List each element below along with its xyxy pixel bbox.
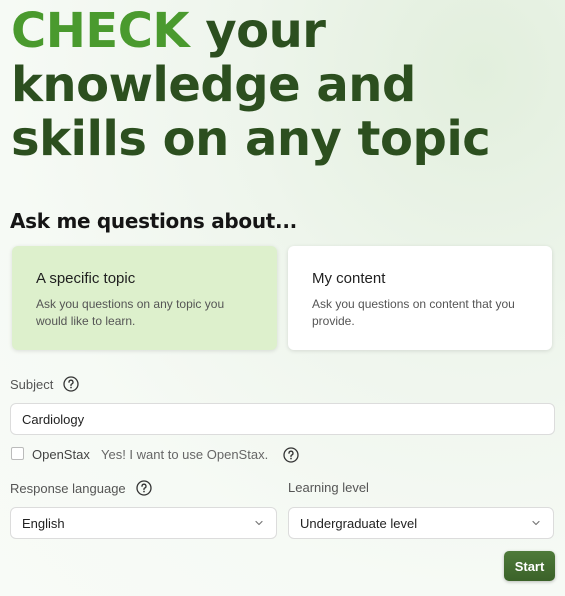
card-specific-topic[interactable]: A specific topic Ask you questions on an… xyxy=(12,246,277,350)
hero-line-1: CHECK your xyxy=(11,4,490,58)
learning-level-label-row: Learning level xyxy=(288,480,369,495)
response-language-select[interactable]: English xyxy=(10,507,277,539)
response-language-label: Response language xyxy=(10,480,126,496)
subject-label-row: Subject xyxy=(10,376,80,392)
learning-level-label: Learning level xyxy=(288,480,369,495)
subject-input-value: Cardiology xyxy=(22,411,85,427)
response-language-label-row: Response language xyxy=(10,480,152,496)
card-title: My content xyxy=(312,270,386,287)
hero-line-1-rest: your xyxy=(189,3,326,59)
hero-line-2: knowledge and xyxy=(11,57,416,113)
chevron-down-icon xyxy=(532,520,540,526)
card-description: Ask you questions on content that you pr… xyxy=(312,297,515,328)
chevron-down-icon xyxy=(255,520,263,526)
ask-heading: Ask me questions about... xyxy=(10,209,297,233)
subject-label: Subject xyxy=(10,376,54,392)
subject-input[interactable]: Cardiology xyxy=(10,403,555,435)
card-my-content[interactable]: My content Ask you questions on content … xyxy=(288,246,552,350)
hero-title: CHECK your knowledge and skills on any t… xyxy=(11,4,491,167)
openstax-label[interactable]: OpenStax xyxy=(32,447,90,462)
help-circle-icon[interactable] xyxy=(283,447,299,463)
hero-accent-word: CHECK xyxy=(11,3,190,59)
card-title: A specific topic xyxy=(36,270,136,287)
help-circle-icon[interactable] xyxy=(63,376,80,392)
learning-level-select[interactable]: Undergraduate level xyxy=(288,507,554,539)
hero-line-3: skills on any topic xyxy=(11,111,491,167)
card-description: Ask you questions on any topic you would… xyxy=(36,297,225,328)
openstax-checkbox[interactable] xyxy=(11,447,24,460)
learning-level-value: Undergraduate level xyxy=(300,515,418,531)
help-circle-icon[interactable] xyxy=(136,480,152,496)
response-language-value: English xyxy=(22,515,65,531)
start-button[interactable]: Start xyxy=(504,551,555,581)
openstax-description: Yes! I want to use OpenStax. xyxy=(101,447,269,462)
